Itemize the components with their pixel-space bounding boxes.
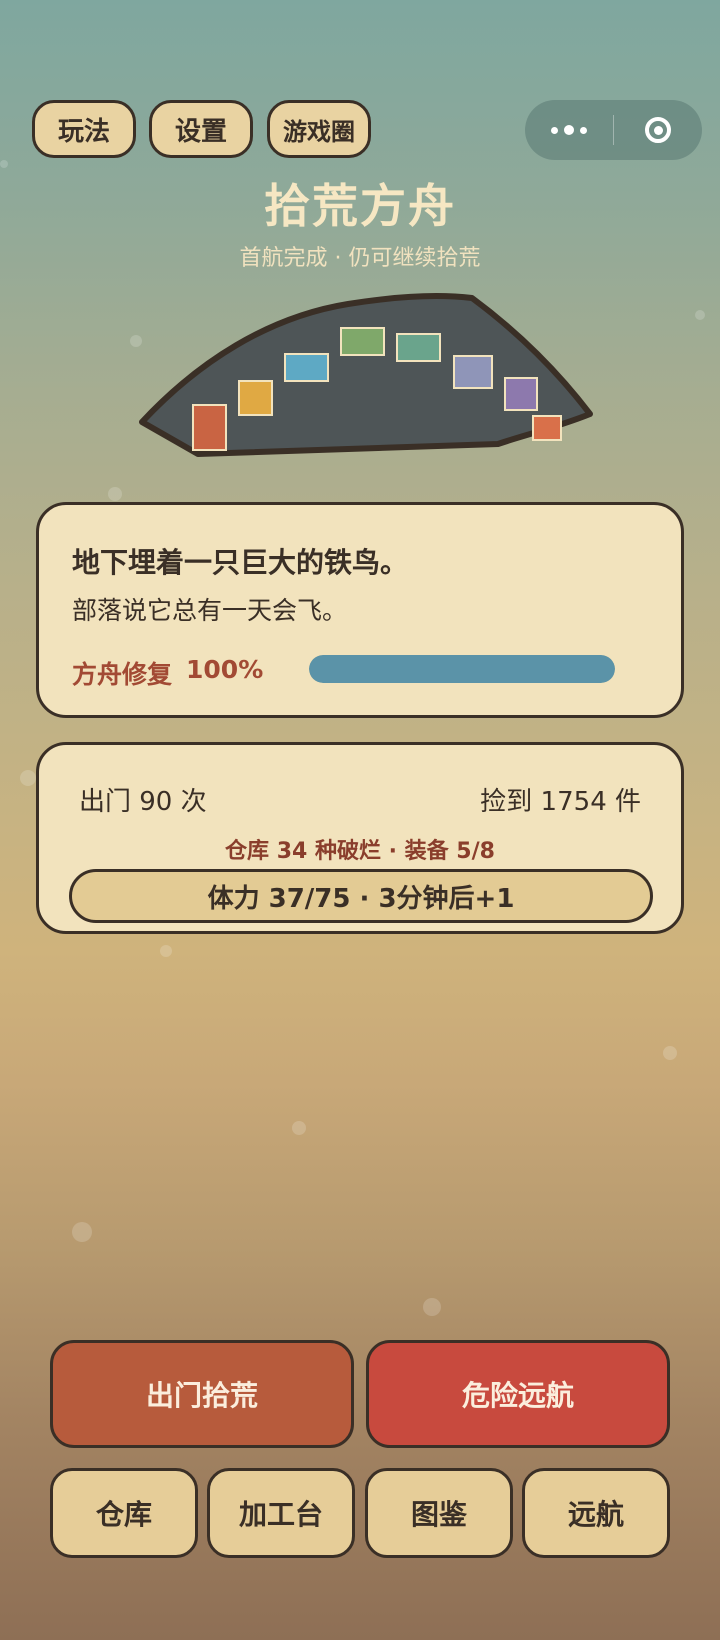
dangerous-voyage-button[interactable]: 危险远航	[366, 1340, 670, 1448]
play-guide-button[interactable]: 玩法	[32, 100, 136, 158]
story-title: 地下埋着一只巨大的铁鸟。	[72, 546, 409, 579]
stats-card: 出门 90 次 捡到 1754 件 仓库 34 种破烂 · 装备 5/8 体力 …	[36, 742, 684, 934]
trip-count: 出门 90 次	[79, 787, 207, 817]
settings-button[interactable]: 设置	[149, 100, 253, 158]
ark-panel	[340, 327, 385, 356]
ark-panel	[238, 380, 273, 416]
background-particle	[423, 1298, 441, 1316]
background-particle	[663, 1046, 677, 1060]
inventory-summary: 仓库 34 种破烂 · 装备 5/8	[225, 839, 495, 864]
game-subtitle: 首航完成 · 仍可继续拾荒	[239, 246, 481, 271]
close-mini-program-button[interactable]	[614, 100, 702, 160]
ark-panel	[532, 415, 562, 441]
background-particle	[108, 487, 122, 501]
background-particle	[160, 945, 172, 957]
ark-panel	[284, 353, 329, 382]
more-menu-button[interactable]	[525, 100, 613, 160]
ark-panel	[453, 355, 493, 389]
background-particle	[695, 310, 705, 320]
repair-progress-bar	[309, 655, 615, 683]
background-particle	[72, 1222, 92, 1242]
ark-panel	[504, 377, 538, 411]
more-dots-icon	[551, 125, 587, 135]
repair-progress-fill	[309, 655, 615, 683]
stamina-status: 体力 37/75 · 3分钟后+1	[69, 869, 653, 923]
found-count: 捡到 1754 件	[480, 787, 641, 817]
game-title: 拾荒方舟	[264, 179, 456, 233]
game-circle-button[interactable]: 游戏圈	[267, 100, 371, 158]
workbench-button[interactable]: 加工台	[207, 1468, 355, 1558]
mini-program-capsule	[525, 100, 702, 160]
scavenge-button[interactable]: 出门拾荒	[50, 1340, 354, 1448]
repair-percent: 100%	[186, 655, 264, 684]
target-circle-icon	[645, 117, 671, 143]
story-card: 地下埋着一只巨大的铁鸟。 部落说它总有一天会飞。 方舟修复 100%	[36, 502, 684, 718]
background-particle	[0, 160, 8, 168]
repair-label: 方舟修复 100%	[72, 655, 263, 691]
warehouse-button[interactable]: 仓库	[50, 1468, 198, 1558]
expedition-button[interactable]: 远航	[522, 1468, 670, 1558]
catalog-button[interactable]: 图鉴	[365, 1468, 513, 1558]
story-text: 部落说它总有一天会飞。	[72, 596, 348, 625]
background-particle	[292, 1121, 306, 1135]
ark-illustration	[139, 293, 593, 457]
repair-label-text: 方舟修复	[72, 660, 173, 689]
ark-panel	[192, 404, 227, 451]
ark-panel	[396, 333, 441, 362]
background-particle	[20, 770, 36, 786]
